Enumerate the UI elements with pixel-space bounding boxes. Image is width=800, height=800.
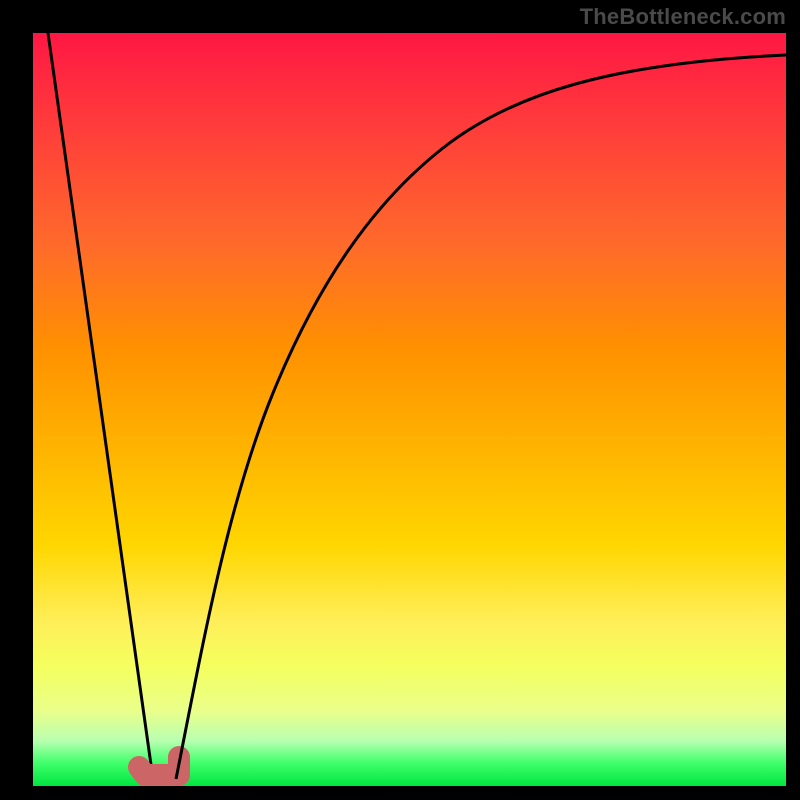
chart-overlay — [33, 33, 786, 786]
watermark-text: TheBottleneck.com — [580, 6, 786, 28]
bottom-marker — [139, 757, 179, 775]
curve-left-descent — [48, 33, 153, 779]
chart-frame: TheBottleneck.com — [0, 0, 800, 800]
curve-right-rise — [176, 55, 786, 779]
